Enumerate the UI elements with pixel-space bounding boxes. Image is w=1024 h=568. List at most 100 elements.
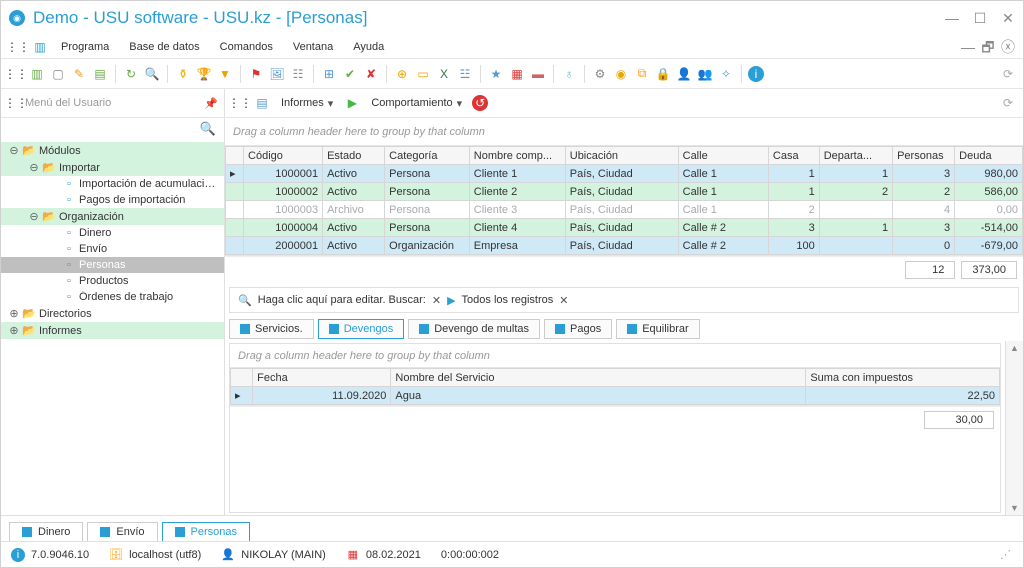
detail-grid[interactable]: FechaNombre del ServicioSuma con impuest… [230, 368, 1000, 406]
cell[interactable]: Activo [323, 219, 385, 237]
calendar-icon[interactable]: ▦ [508, 65, 526, 83]
color-icon[interactable]: ◉ [612, 65, 630, 83]
cell[interactable]: 100 [768, 237, 819, 255]
cell[interactable]: 4 [893, 201, 955, 219]
detail-tab[interactable]: Devengo de multas [408, 319, 540, 339]
cell[interactable]: País, Ciudad [565, 237, 678, 255]
users-icon[interactable]: 👥 [696, 65, 714, 83]
scroll-up-icon[interactable]: ▲ [1010, 343, 1019, 353]
expand-icon[interactable]: ⊕ [7, 324, 21, 337]
cell[interactable]: Cliente 2 [469, 183, 565, 201]
card-icon[interactable]: ▬ [529, 65, 547, 83]
tree-item[interactable]: ⊖📂Importar [1, 159, 224, 176]
menu-ayuda[interactable]: Ayuda [345, 39, 392, 55]
column-header[interactable]: Estado [323, 147, 385, 165]
menu-ventana[interactable]: Ventana [285, 39, 341, 55]
detail-group-hint[interactable]: Drag a column header here to group by th… [230, 344, 1000, 368]
reports-dropdown[interactable]: Informes▾ [275, 95, 339, 112]
scroll-down-icon[interactable]: ▼ [1010, 503, 1019, 513]
refresh-icon[interactable]: ↻ [122, 65, 140, 83]
flag-icon[interactable]: ⚑ [247, 65, 265, 83]
cell[interactable]: 1 [768, 165, 819, 183]
column-header[interactable]: Categoría [385, 147, 470, 165]
cell[interactable]: País, Ciudad [565, 219, 678, 237]
resize-grip[interactable]: ⋰ [1000, 548, 1013, 561]
cell[interactable]: Archivo [323, 201, 385, 219]
cell[interactable]: Calle # 2 [678, 219, 768, 237]
cancel-icon[interactable]: ✘ [362, 65, 380, 83]
mdi-minimize[interactable]: — [961, 40, 975, 54]
cell[interactable]: 2000001 [244, 237, 323, 255]
column-header[interactable]: Departa... [819, 147, 892, 165]
search-icon[interactable]: 🔍 [200, 121, 216, 137]
arrow-icon[interactable]: ▶ [447, 294, 455, 307]
expand-icon[interactable]: ⊖ [27, 161, 41, 174]
expand-icon[interactable]: ⊕ [7, 307, 21, 320]
cell[interactable]: 3 [768, 219, 819, 237]
main-grid[interactable]: CódigoEstadoCategoríaNombre comp...Ubica… [225, 146, 1023, 256]
cell[interactable]: 1 [819, 219, 892, 237]
cell[interactable]: Cliente 4 [469, 219, 565, 237]
detail-tab[interactable]: Pagos [544, 319, 612, 339]
cell[interactable]: 1000002 [244, 183, 323, 201]
cell[interactable]: País, Ciudad [565, 165, 678, 183]
table-row[interactable]: 1000002ActivoPersonaCliente 2País, Ciuda… [226, 183, 1023, 201]
excel-icon[interactable]: X [435, 65, 453, 83]
cell[interactable]: 22,50 [806, 387, 1000, 405]
clear-icon[interactable]: ✕ [432, 294, 441, 307]
cell[interactable]: Cliente 1 [469, 165, 565, 183]
menu-basedatos[interactable]: Base de datos [121, 39, 207, 55]
grid-icon[interactable]: ⊞ [320, 65, 338, 83]
mdi-restore[interactable]: 🗗 [981, 40, 995, 54]
column-header[interactable]: Fecha [253, 369, 391, 387]
cell[interactable]: Activo [323, 237, 385, 255]
table-row[interactable]: ▸11.09.2020Agua22,50 [231, 387, 1000, 405]
tree-item[interactable]: ▫Importación de acumulaciones [1, 176, 224, 192]
table-row[interactable]: 1000004ActivoPersonaCliente 4País, Ciuda… [226, 219, 1023, 237]
detail-tab[interactable]: Equilibrar [616, 319, 699, 339]
open-icon[interactable]: ▢ [49, 65, 67, 83]
menu-programa[interactable]: Programa [53, 39, 117, 55]
cell[interactable]: Activo [323, 183, 385, 201]
info-icon[interactable]: i [748, 66, 764, 82]
tree-item[interactable]: ▫Pagos de importación [1, 192, 224, 208]
cell[interactable]: Organización [385, 237, 470, 255]
table-row[interactable]: 2000001ActivoOrganizaciónEmpresaPaís, Ci… [226, 237, 1023, 255]
column-header[interactable]: Casa [768, 147, 819, 165]
cell[interactable]: Persona [385, 219, 470, 237]
cell[interactable]: 1 [768, 183, 819, 201]
cell[interactable]: -514,00 [955, 219, 1023, 237]
column-header[interactable]: Calle [678, 147, 768, 165]
mdi-close[interactable]: ⓧ [1001, 40, 1015, 54]
trophy-icon[interactable]: 🏆 [195, 65, 213, 83]
clear-filter-icon[interactable]: ✕ [559, 294, 568, 307]
cell[interactable]: 1 [819, 165, 892, 183]
cell[interactable]: 2 [768, 201, 819, 219]
pin-icon[interactable]: ♁ [560, 65, 578, 83]
funnel-icon[interactable]: ▼ [216, 65, 234, 83]
scrollbar[interactable]: ▲ ▼ [1005, 341, 1023, 515]
search-bar[interactable]: 🔍 Haga clic aquí para editar. Buscar: ✕ … [229, 287, 1019, 313]
star-icon[interactable]: ★ [487, 65, 505, 83]
cell[interactable]: 0 [893, 237, 955, 255]
cell[interactable]: Calle # 2 [678, 237, 768, 255]
cell[interactable]: Calle 1 [678, 183, 768, 201]
tree-item[interactable]: ▫Órdenes de trabajo [1, 289, 224, 305]
tree-item[interactable]: ▫Productos [1, 273, 224, 289]
column-header[interactable]: Nombre comp... [469, 147, 565, 165]
pin-icon[interactable]: 📌 [204, 97, 218, 110]
add-icon[interactable]: ⊕ [393, 65, 411, 83]
tree-item[interactable]: ⊕📂Informes [1, 322, 224, 339]
filter-icon[interactable]: ⚱ [174, 65, 192, 83]
user-icon[interactable]: 👤 [675, 65, 693, 83]
cell[interactable]: País, Ciudad [565, 201, 678, 219]
cell[interactable]: Persona [385, 165, 470, 183]
cell[interactable]: -679,00 [955, 237, 1023, 255]
cell[interactable]: 11.09.2020 [253, 387, 391, 405]
gear-icon[interactable]: ⚙ [591, 65, 609, 83]
cell[interactable]: Persona [385, 183, 470, 201]
maximize-button[interactable]: ☐ [973, 11, 987, 25]
cell[interactable]: Persona [385, 201, 470, 219]
stop-icon[interactable]: ↺ [472, 95, 488, 111]
cell[interactable]: Activo [323, 165, 385, 183]
